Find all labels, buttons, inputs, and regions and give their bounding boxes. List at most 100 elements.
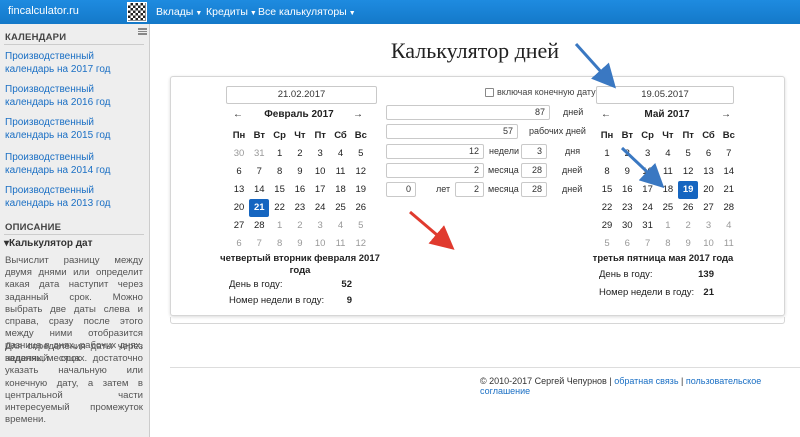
calendar-day[interactable]: 25: [658, 199, 678, 217]
years-days-input[interactable]: 28: [521, 182, 547, 197]
calendar-day[interactable]: 8: [597, 163, 617, 181]
calendar-day[interactable]: 3: [699, 217, 719, 235]
calendar-day[interactable]: 27: [699, 199, 719, 217]
weeks-input[interactable]: 12: [386, 144, 484, 159]
calendar-day[interactable]: 5: [678, 145, 698, 163]
calendar-day[interactable]: 21: [249, 199, 270, 217]
start-date-input[interactable]: 21.02.2017: [226, 86, 377, 104]
calendar-day[interactable]: 25: [331, 199, 351, 217]
calendar-day[interactable]: 14: [249, 181, 269, 199]
calendar-day[interactable]: 2: [617, 145, 637, 163]
nav-credits[interactable]: Кредиты ▼: [206, 6, 257, 18]
calendar-day[interactable]: 24: [638, 199, 658, 217]
calendar-day[interactable]: 12: [351, 235, 371, 253]
nav-deposits[interactable]: Вклады ▼: [156, 6, 202, 18]
calendar-day[interactable]: 6: [699, 145, 719, 163]
calendar-day[interactable]: 15: [597, 181, 617, 199]
calendar-day[interactable]: 30: [617, 217, 637, 235]
nav-all-calculators[interactable]: Все калькуляторы ▼: [258, 6, 356, 18]
calendar-day[interactable]: 20: [229, 199, 249, 217]
calendar-day[interactable]: 4: [331, 145, 351, 163]
calendar-day[interactable]: 1: [270, 145, 290, 163]
years-months-input[interactable]: 2: [455, 182, 484, 197]
calendar-day[interactable]: 31: [249, 145, 269, 163]
calendar-day[interactable]: 5: [597, 235, 617, 253]
calendar-day[interactable]: 22: [597, 199, 617, 217]
feedback-link[interactable]: обратная связь: [614, 376, 678, 386]
calendar-day[interactable]: 10: [310, 235, 330, 253]
calendar-day[interactable]: 7: [719, 145, 739, 163]
calendar-day[interactable]: 23: [617, 199, 637, 217]
include-end-checkbox[interactable]: [485, 88, 494, 97]
calendar-link-2015[interactable]: Производственный календарь на 2015 год: [5, 116, 145, 142]
calendar-day[interactable]: 1: [270, 217, 290, 235]
calendar-day[interactable]: 8: [658, 235, 678, 253]
calendar-day[interactable]: 15: [270, 181, 290, 199]
calendar-day[interactable]: 12: [678, 163, 698, 181]
calendar-day[interactable]: 10: [638, 163, 658, 181]
months-input[interactable]: 2: [386, 163, 484, 178]
calendar-day[interactable]: 28: [719, 199, 739, 217]
calendar-day[interactable]: 11: [658, 163, 678, 181]
calendar-day[interactable]: 1: [658, 217, 678, 235]
calendar-day[interactable]: 16: [290, 181, 310, 199]
site-brand[interactable]: fincalculator.ru: [8, 5, 79, 17]
calendar-day[interactable]: 5: [351, 145, 371, 163]
years-input[interactable]: 0: [386, 182, 416, 197]
calendar-day[interactable]: 16: [617, 181, 637, 199]
calendar-day[interactable]: 9: [290, 163, 310, 181]
month-title[interactable]: Февраль 2017: [229, 109, 369, 120]
months-days-input[interactable]: 28: [521, 163, 547, 178]
calendar-day[interactable]: 23: [290, 199, 310, 217]
calendar-day[interactable]: 7: [638, 235, 658, 253]
calendar-day[interactable]: 26: [678, 199, 698, 217]
calendar-day[interactable]: 20: [699, 181, 719, 199]
calendar-day[interactable]: 4: [658, 145, 678, 163]
next-month-arrow-icon[interactable]: →: [353, 109, 363, 120]
calendar-day[interactable]: 28: [249, 217, 269, 235]
calendar-day[interactable]: 2: [678, 217, 698, 235]
calendar-day[interactable]: 17: [638, 181, 658, 199]
weeks-days-input[interactable]: 3: [521, 144, 547, 159]
calendar-link-2016[interactable]: Производственный календарь на 2016 год: [5, 83, 145, 109]
calendar-day[interactable]: 9: [678, 235, 698, 253]
calendar-day[interactable]: 3: [310, 217, 330, 235]
next-month-arrow-icon[interactable]: →: [721, 109, 731, 120]
calendar-day[interactable]: 4: [719, 217, 739, 235]
calendar-day[interactable]: 29: [597, 217, 617, 235]
calendar-link-2013[interactable]: Производственный календарь на 2013 год: [5, 184, 145, 210]
calendar-day[interactable]: 27: [229, 217, 249, 235]
month-title[interactable]: Май 2017: [597, 109, 737, 120]
calendar-day[interactable]: 5: [351, 217, 371, 235]
calendar-day[interactable]: 24: [310, 199, 330, 217]
calendar-day[interactable]: 11: [331, 235, 351, 253]
calendar-day[interactable]: 30: [229, 145, 249, 163]
calendar-link-2017[interactable]: Производственный календарь на 2017 год: [5, 50, 145, 76]
calendar-day[interactable]: 21: [719, 181, 739, 199]
calendar-day[interactable]: 22: [270, 199, 290, 217]
calendar-day[interactable]: 11: [331, 163, 351, 181]
calendar-day[interactable]: 31: [638, 217, 658, 235]
workdays-input[interactable]: 57: [386, 124, 518, 139]
calendar-day[interactable]: 7: [249, 235, 269, 253]
days-input[interactable]: 87: [386, 105, 550, 120]
calendar-day[interactable]: 4: [331, 217, 351, 235]
calendar-day[interactable]: 9: [617, 163, 637, 181]
calendar-day[interactable]: 12: [351, 163, 371, 181]
calendar-day[interactable]: 8: [270, 163, 290, 181]
calendar-day[interactable]: 13: [229, 181, 249, 199]
calendar-day[interactable]: 13: [699, 163, 719, 181]
description-subheading[interactable]: ▾Калькулятор дат: [4, 238, 93, 249]
calendar-day[interactable]: 9: [290, 235, 310, 253]
calendar-day[interactable]: 18: [331, 181, 351, 199]
calendar-day[interactable]: 7: [249, 163, 269, 181]
calendar-day[interactable]: 1: [597, 145, 617, 163]
calendar-day[interactable]: 6: [617, 235, 637, 253]
calendar-day[interactable]: 2: [290, 145, 310, 163]
calendar-day[interactable]: 3: [310, 145, 330, 163]
calendar-day[interactable]: 18: [658, 181, 678, 199]
calendar-day[interactable]: 8: [270, 235, 290, 253]
calendar-day[interactable]: 3: [638, 145, 658, 163]
calendar-day[interactable]: 10: [310, 163, 330, 181]
calendar-day[interactable]: 19: [351, 181, 371, 199]
